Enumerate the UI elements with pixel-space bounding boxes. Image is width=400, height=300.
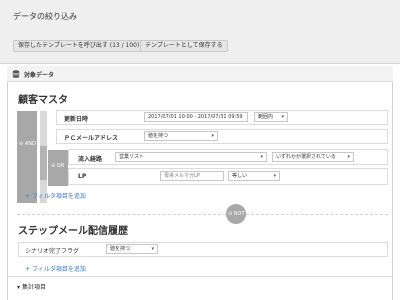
condition-select[interactable]: 等しい ▾ (228, 171, 280, 181)
filter-label: 流入経路 (78, 156, 103, 163)
plus-icon: + (25, 266, 31, 273)
group-title: 顧客マスタ (18, 95, 68, 106)
or-branch-link (40, 146, 47, 180)
date-range-input[interactable]: 2017/07/01 10:00 - 2017/07/31 09:59 (144, 112, 248, 122)
condition-select[interactable]: 範囲内 ▾ (254, 112, 288, 122)
condition-select[interactable]: 値を持つ ▾ (144, 131, 218, 141)
not-label: ⊖ NOT (228, 211, 245, 217)
section-label: 対象データ (24, 72, 55, 79)
divider-right (246, 214, 388, 215)
condition-select[interactable]: 値を持つ ▾ (106, 244, 158, 254)
or-label: ⊖ OR (51, 163, 65, 169)
chevron-down-icon: ▾ (281, 114, 284, 120)
database-icon (12, 70, 20, 80)
aggregate-toggle[interactable]: ▾ 集計項目 (17, 282, 46, 291)
chevron-down-icon: ▾ (347, 154, 350, 160)
save-template-button[interactable]: テンプレートとして保存する (140, 40, 228, 52)
chevron-down-icon: ▾ (17, 284, 21, 291)
add-filter-link[interactable]: + フィルタ項目を追加 (25, 191, 86, 200)
chevron-down-icon: ▾ (260, 154, 263, 160)
filter-header (0, 0, 400, 64)
add-filter-link[interactable]: + フィルタ項目を追加 (25, 264, 86, 273)
filter-label: LP (78, 173, 87, 180)
load-template-button[interactable]: 保存したテンプレートを呼び出す (13 / 100) ▾ (13, 40, 149, 52)
separator (7, 276, 393, 277)
page-title: データの絞り込み (13, 12, 77, 21)
filter-label: 更新日時 (64, 116, 89, 123)
chevron-down-icon: ▾ (211, 133, 214, 139)
and-connector[interactable] (17, 111, 37, 203)
chevron-down-icon: ▾ (151, 246, 154, 252)
plus-icon: + (25, 193, 31, 200)
value-select[interactable]: 営業リスト ▾ (115, 152, 267, 162)
section-bar (7, 66, 393, 82)
group-title: ステップメール配信履歴 (18, 226, 128, 237)
minus-circle-icon: ⊖ (19, 141, 24, 147)
and-label: ⊖ AND (19, 141, 36, 147)
chevron-down-icon: ▾ (273, 173, 276, 179)
divider-left (17, 214, 226, 215)
filter-label: シナリオ完了フラグ (25, 248, 80, 255)
lp-value-input[interactable]: 母舟メルマガLP (160, 171, 224, 181)
minus-circle-icon: ⊖ (51, 163, 56, 169)
minus-circle-icon: ⊖ (228, 211, 233, 217)
load-template-label: 保存したテンプレートを呼び出す (13 / 100) (18, 42, 140, 49)
condition-select[interactable]: いずれかが選択されている ▾ (272, 152, 354, 162)
filter-label: ＰＣメールアドレス (64, 135, 119, 142)
